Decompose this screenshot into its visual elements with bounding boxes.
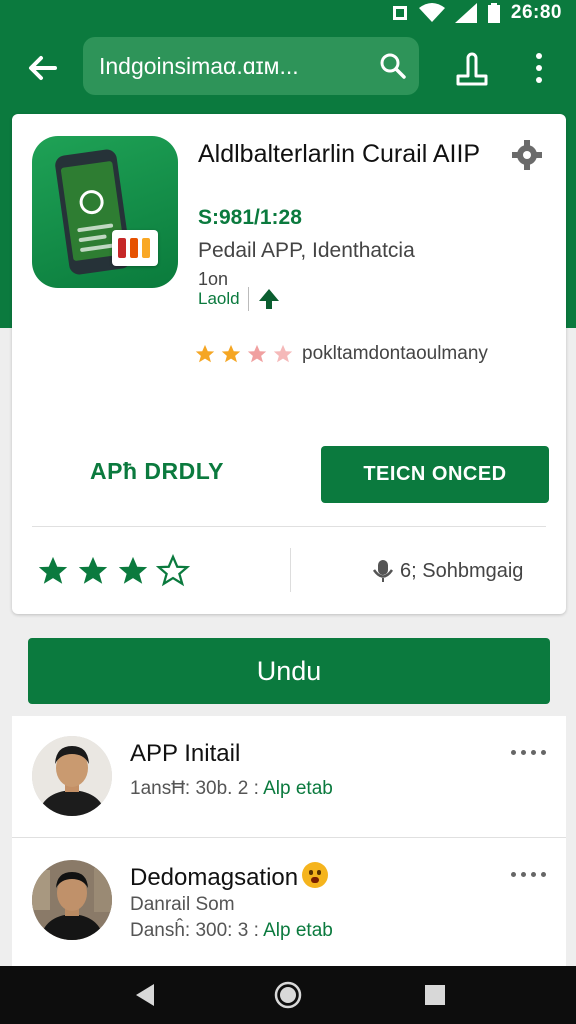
more-horiz-icon[interactable]: [508, 742, 548, 762]
emoji-icon: [302, 862, 329, 888]
item-title: Dedomagsation: [130, 864, 299, 891]
item-link[interactable]: Alp etab: [263, 778, 333, 799]
notification-icon: [392, 6, 407, 20]
review-text: pokltamdontaoulmany: [302, 343, 488, 364]
app-label: Laold: [198, 289, 240, 308]
label-row: Laold: [198, 286, 281, 312]
mic-icon: [372, 560, 394, 582]
divider: [32, 526, 546, 527]
star-icon: [247, 344, 267, 363]
status-time: 26:80: [510, 2, 562, 23]
back-arrow-icon: [29, 56, 57, 80]
rating-count-text: 6; Sohbmgaig: [400, 559, 524, 582]
item-meta-text: Dansĥ: 300: 3 :: [130, 920, 259, 941]
primary-action-button[interactable]: TEICN ONCED: [321, 446, 549, 503]
app-card: Aldlbalterlarlin Curail AIIP S:981/1:28 …: [12, 114, 566, 614]
avatar: [32, 736, 112, 816]
settings-icon[interactable]: [510, 138, 544, 172]
secondary-action-button[interactable]: APħ DRDLY: [42, 458, 272, 490]
back-button[interactable]: [20, 48, 64, 88]
item-meta: 1ansĦ: 30b. 2 : Alp etab: [130, 778, 333, 800]
item-meta-text: 1ansĦ: 30b. 2 :: [130, 778, 259, 799]
recents-nav-icon[interactable]: [420, 980, 450, 1010]
list-item[interactable]: APP Initail 1ansĦ: 30b. 2 : Alp etab: [12, 716, 566, 836]
item-meta: Dansĥ: 300: 3 : Alp etab: [130, 920, 333, 942]
star-icon[interactable]: [36, 554, 70, 588]
star-icon[interactable]: [76, 554, 110, 588]
divider: [290, 548, 291, 592]
list-item[interactable]: Dedomagsation Danrail Som Dansĥ: 300: 3 …: [12, 838, 566, 958]
status-icons: 26:80: [391, 0, 562, 26]
star-outline-icon[interactable]: [156, 554, 190, 588]
share-icon[interactable]: [450, 46, 494, 90]
status-bar: 26:80: [0, 0, 576, 26]
search-box[interactable]: Indgoinsimaα.ɑɪм...: [83, 37, 419, 95]
system-nav-bar: [0, 966, 576, 1024]
rating-stars[interactable]: [36, 554, 190, 588]
home-nav-icon[interactable]: [273, 980, 303, 1010]
app-icon[interactable]: [32, 136, 178, 288]
star-icon: [221, 344, 241, 363]
star-icon: [273, 344, 293, 363]
avatar: [32, 860, 112, 940]
item-subtitle: Danrail Som: [130, 894, 235, 915]
wifi-icon: [418, 3, 445, 22]
divider: [247, 287, 249, 311]
item-link[interactable]: Alp etab: [263, 920, 333, 941]
search-icon[interactable]: [379, 52, 407, 80]
review-list: APP Initail 1ansĦ: 30b. 2 : Alp etab Ded…: [12, 716, 566, 968]
more-horiz-icon[interactable]: [508, 864, 548, 884]
item-title-row: Dedomagsation: [130, 862, 329, 892]
app-bar: Indgoinsimaα.ɑɪм...: [0, 26, 576, 110]
rating-count: 6; Sohbmgaig: [372, 554, 523, 588]
more-vert-icon[interactable]: [522, 46, 556, 90]
search-input[interactable]: Indgoinsimaα.ɑɪм...: [99, 37, 299, 95]
download-button[interactable]: Undu: [28, 638, 550, 704]
app-price: S:981/1:28: [198, 206, 302, 229]
star-icon[interactable]: [116, 554, 150, 588]
battery-icon: [487, 3, 500, 23]
signal-icon: [454, 3, 477, 23]
star-icon: [195, 344, 215, 363]
item-title: APP Initail: [130, 740, 241, 767]
app-title: Aldlbalterlarlin Curail AIIP: [198, 140, 481, 168]
back-nav-icon[interactable]: [130, 980, 160, 1010]
upload-arrow-icon[interactable]: [257, 287, 281, 311]
review-row: pokltamdontaoulmany: [194, 342, 488, 366]
app-subtitle: Pedail APP, Identhatcia: [198, 239, 415, 262]
